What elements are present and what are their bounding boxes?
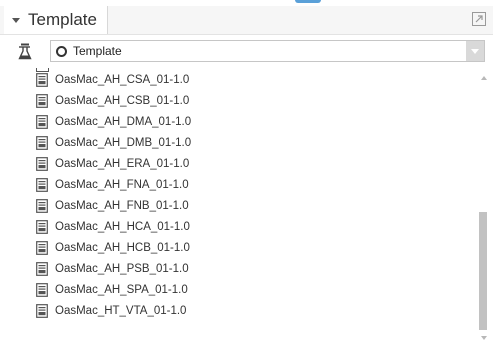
document-icon	[36, 219, 48, 234]
list-item[interactable]: OasMac_AH_FNB_01-1.0	[36, 195, 191, 216]
list-item[interactable]: OasMac_AH_DMB_01-1.0	[36, 132, 191, 153]
list-item[interactable]: OasMac_AH_HCA_01-1.0	[36, 216, 191, 237]
list-item-label: OasMac_AH_CSA_01-1.0	[55, 73, 190, 86]
filter-flask-icon[interactable]	[18, 43, 32, 61]
document-icon	[36, 177, 48, 192]
list-item[interactable]: OasMac_HT_VTA_01-1.0	[36, 300, 191, 321]
panel-title-tab[interactable]: Template	[4, 6, 108, 34]
list-item-label: OasMac_AH_HCA_01-1.0	[55, 220, 190, 233]
template-select[interactable]: Template	[50, 40, 485, 62]
list-item[interactable]: OasMac_AH_DMA_01-1.0	[36, 111, 191, 132]
panel-title: Template	[28, 10, 97, 29]
collapse-caret-icon[interactable]	[12, 17, 20, 23]
list-item-label: OasMac_AH_FNB_01-1.0	[55, 199, 189, 212]
list-item-label: OasMac_AH_DMB_01-1.0	[55, 136, 192, 149]
template-list-area[interactable]: OasMac_AH_CSA_01-1.0 OasMac_AH_CSB_01-1.0…	[0, 68, 493, 348]
panel-header: Template	[0, 6, 493, 35]
document-icon	[36, 261, 48, 276]
document-icon	[36, 114, 48, 129]
document-icon	[36, 156, 48, 171]
list-item[interactable]: OasMac_AH_CSA_01-1.0	[36, 69, 191, 90]
template-list: OasMac_AH_CSA_01-1.0 OasMac_AH_CSB_01-1.0…	[36, 69, 191, 321]
panel-toolbar: Template	[0, 36, 493, 68]
list-item-label: OasMac_AH_HCB_01-1.0	[55, 241, 190, 254]
template-select-value: Template	[73, 44, 122, 58]
list-item-label: OasMac_AH_CSB_01-1.0	[55, 94, 190, 107]
top-accent-indicator	[295, 0, 321, 3]
scroll-thumb[interactable]	[479, 212, 487, 330]
document-icon	[36, 240, 48, 255]
list-item[interactable]: OasMac_AH_FNA_01-1.0	[36, 174, 191, 195]
list-item[interactable]: OasMac_AH_HCB_01-1.0	[36, 237, 191, 258]
scroll-down-arrow-icon[interactable]	[481, 336, 487, 340]
list-item-label: OasMac_AH_ERA_01-1.0	[55, 157, 190, 170]
list-item-label: OasMac_AH_PSB_01-1.0	[55, 262, 189, 275]
list-item[interactable]: OasMac_AH_PSB_01-1.0	[36, 258, 191, 279]
expand-arrow-icon[interactable]	[471, 11, 487, 27]
dropdown-arrow-icon[interactable]	[466, 41, 484, 61]
document-icon	[36, 282, 48, 297]
list-item-label: OasMac_AH_SPA_01-1.0	[55, 283, 188, 296]
template-panel: Template Template OasMac_AH_CSA_01-1.0 O…	[0, 6, 493, 342]
document-icon	[36, 198, 48, 213]
document-icon	[36, 72, 48, 87]
scroll-up-arrow-icon[interactable]	[481, 76, 487, 80]
document-icon	[36, 135, 48, 150]
list-item-label: OasMac_HT_VTA_01-1.0	[55, 304, 187, 317]
list-item[interactable]: OasMac_AH_ERA_01-1.0	[36, 153, 191, 174]
list-item[interactable]: OasMac_AH_CSB_01-1.0	[36, 90, 191, 111]
list-item-label: OasMac_AH_FNA_01-1.0	[55, 178, 189, 191]
document-icon	[36, 93, 48, 108]
vertical-scrollbar[interactable]	[479, 68, 489, 346]
circle-icon	[56, 45, 67, 57]
list-item-label: OasMac_AH_DMA_01-1.0	[55, 115, 192, 128]
list-item[interactable]: OasMac_AH_SPA_01-1.0	[36, 279, 191, 300]
document-icon	[36, 303, 48, 318]
